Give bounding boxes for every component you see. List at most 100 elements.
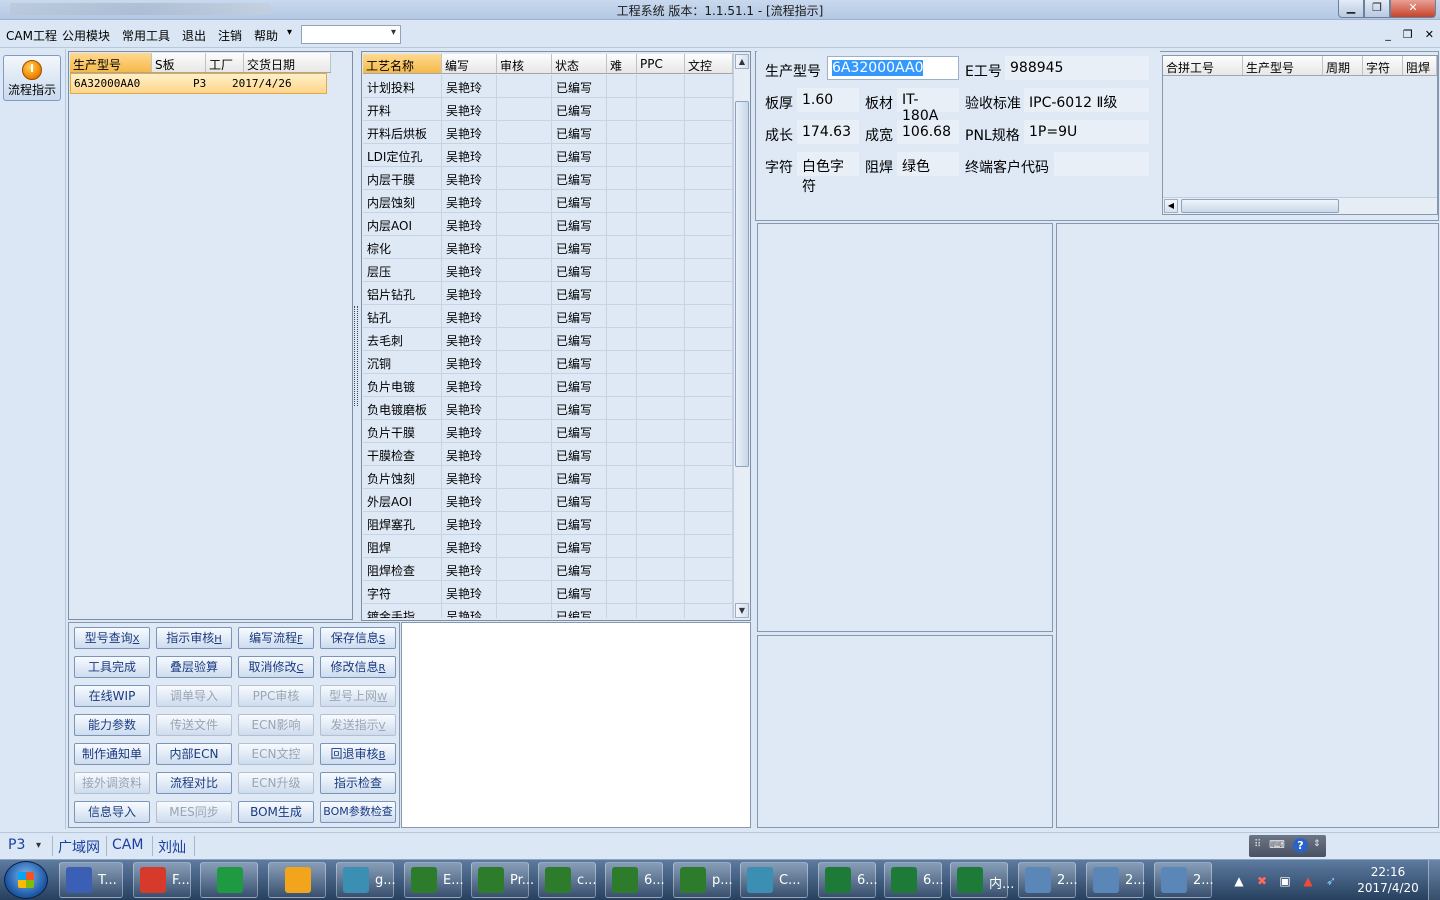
- action-button[interactable]: 能力参数: [74, 714, 150, 736]
- taskbar-button[interactable]: 2...: [1154, 862, 1214, 898]
- action-button[interactable]: 回退审核B: [320, 743, 396, 765]
- minimize-button[interactable]: ▁: [1338, 0, 1364, 18]
- action-button[interactable]: BOM参数检查: [320, 801, 396, 823]
- action-button[interactable]: 工具完成: [74, 656, 150, 678]
- table-row[interactable]: 开料 吴艳玲 已编写: [363, 98, 733, 121]
- table-row[interactable]: 铝片钻孔 吴艳玲 已编写: [363, 282, 733, 305]
- display-icon[interactable]: ▣: [1278, 874, 1292, 888]
- col-reviewer[interactable]: 审核: [497, 54, 552, 73]
- merge-hscrollbar[interactable]: ◀: [1163, 197, 1437, 214]
- taskbar-button[interactable]: 2...: [1086, 862, 1146, 898]
- scroll-up-icon[interactable]: ▲: [735, 54, 749, 69]
- action-button[interactable]: ECN文控: [238, 743, 314, 765]
- taskbar-button[interactable]: [200, 862, 258, 898]
- taskbar-button[interactable]: g...: [336, 862, 396, 898]
- col-merge-model[interactable]: 生产型号: [1243, 56, 1323, 75]
- close-button[interactable]: ✕: [1390, 0, 1436, 18]
- action-button[interactable]: 内部ECN: [156, 743, 232, 765]
- col-writer[interactable]: 编写: [442, 54, 497, 73]
- menu-logout[interactable]: 注销: [218, 27, 242, 44]
- menu-exit[interactable]: 退出: [182, 27, 206, 44]
- taskbar-button[interactable]: 6...: [605, 862, 665, 898]
- table-row[interactable]: 镀金手指 吴艳玲 已编写: [363, 604, 733, 618]
- table-row[interactable]: 阻焊塞孔 吴艳玲 已编写: [363, 512, 733, 535]
- process-scrollbar[interactable]: ▲ ▼: [733, 53, 750, 619]
- action-button[interactable]: ECN升级: [238, 772, 314, 794]
- action-button[interactable]: 叠层验算: [156, 656, 232, 678]
- mdi-close-icon[interactable]: ✕: [1425, 28, 1434, 41]
- start-button[interactable]: [4, 861, 48, 899]
- table-row[interactable]: 沉铜 吴艳玲 已编写: [363, 351, 733, 374]
- taskbar-button[interactable]: T...: [59, 862, 123, 898]
- ejob-field[interactable]: 988945: [1005, 56, 1149, 80]
- length-field[interactable]: 174.63: [797, 120, 859, 144]
- taskbar-button[interactable]: 内...: [950, 862, 1014, 898]
- action-button[interactable]: 制作通知单: [74, 743, 150, 765]
- language-bar[interactable]: ⠿ ⌨ ? ⇕: [1249, 835, 1326, 857]
- action-button[interactable]: 信息导入: [74, 801, 150, 823]
- mdi-minimize-icon[interactable]: _: [1385, 28, 1391, 41]
- taskbar-button[interactable]: 6...: [884, 862, 944, 898]
- flow-instruction-button[interactable]: 流程指示: [3, 55, 61, 101]
- col-model[interactable]: 生产型号: [70, 53, 152, 72]
- col-merge-char[interactable]: 字符: [1363, 56, 1403, 75]
- action-button[interactable]: 编写流程F: [238, 627, 314, 649]
- factory-dropdown-icon[interactable]: ▾: [36, 840, 41, 851]
- taskbar-button[interactable]: c...: [538, 862, 597, 898]
- table-row[interactable]: 计划投料 吴艳玲 已编写: [363, 75, 733, 98]
- taskbar-button[interactable]: Pr...: [471, 862, 534, 898]
- menu-common-module[interactable]: 公用模块: [62, 27, 110, 44]
- merge-scroll-thumb[interactable]: [1181, 199, 1339, 213]
- taskbar-button[interactable]: [268, 862, 326, 898]
- action-button[interactable]: PPC审核: [238, 685, 314, 707]
- status-factory[interactable]: P3: [8, 837, 25, 853]
- keyboard-icon[interactable]: ⌨: [1269, 838, 1285, 851]
- app-tray-icon[interactable]: ▲: [1301, 874, 1315, 888]
- show-desktop-button[interactable]: [1428, 860, 1440, 900]
- action-button[interactable]: 接外调资料: [74, 772, 150, 794]
- soldermask-field[interactable]: 绿色: [897, 152, 959, 176]
- character-field[interactable]: 白色字符: [797, 152, 859, 195]
- action-button[interactable]: 取消修改C: [238, 656, 314, 678]
- table-row[interactable]: 棕化 吴艳玲 已编写: [363, 236, 733, 259]
- clock[interactable]: 22:16 2017/4/20: [1350, 864, 1426, 896]
- col-delivery[interactable]: 交货日期: [244, 53, 331, 72]
- table-row[interactable]: 负片干膜 吴艳玲 已编写: [363, 420, 733, 443]
- table-row[interactable]: LDI定位孔 吴艳玲 已编写: [363, 144, 733, 167]
- options-icon[interactable]: ⇕: [1313, 839, 1321, 849]
- network-warning-icon[interactable]: ✖: [1255, 874, 1269, 888]
- action-button[interactable]: 型号查询X: [74, 627, 150, 649]
- table-row[interactable]: 开料后烘板 吴艳玲 已编写: [363, 121, 733, 144]
- table-row[interactable]: 负电镀磨板 吴艳玲 已编写: [363, 397, 733, 420]
- taskbar-button[interactable]: 2...: [1018, 862, 1078, 898]
- action-button[interactable]: 流程对比: [156, 772, 232, 794]
- col-doc-control[interactable]: 文控: [685, 54, 733, 73]
- action-button[interactable]: 指示检查: [320, 772, 396, 794]
- maximize-button[interactable]: ❐: [1364, 0, 1390, 18]
- col-process[interactable]: 工艺名称: [363, 54, 442, 73]
- col-difficulty[interactable]: 难: [607, 54, 637, 73]
- material-field[interactable]: IT-180A: [897, 88, 959, 124]
- action-button[interactable]: MES同步: [156, 801, 232, 823]
- bird-tray-icon[interactable]: ➶: [1324, 874, 1338, 888]
- menu-help[interactable]: 帮助: [254, 27, 278, 44]
- table-row[interactable]: 层压 吴艳玲 已编写: [363, 259, 733, 282]
- menu-tools[interactable]: 常用工具: [122, 27, 170, 44]
- action-button[interactable]: 修改信息R: [320, 656, 396, 678]
- help-icon[interactable]: ?: [1293, 838, 1308, 853]
- action-button[interactable]: ECN影响: [238, 714, 314, 736]
- splitter[interactable]: [353, 51, 361, 621]
- taskbar-button[interactable]: F...: [133, 862, 191, 898]
- pnl-field[interactable]: 1P=9U: [1024, 120, 1149, 144]
- table-row[interactable]: 阻焊 吴艳玲 已编写: [363, 535, 733, 558]
- mdi-restore-icon[interactable]: ❐: [1403, 28, 1413, 41]
- table-row[interactable]: 负片蚀刻 吴艳玲 已编写: [363, 466, 733, 489]
- col-sboard[interactable]: S板: [152, 53, 206, 72]
- model-field[interactable]: 6A32000AA0: [827, 56, 959, 80]
- col-merge-mask[interactable]: 阻焊: [1403, 56, 1437, 75]
- taskbar-button[interactable]: C...: [740, 862, 808, 898]
- acceptance-field[interactable]: IPC-6012 Ⅱ级: [1024, 88, 1149, 112]
- scroll-left-icon[interactable]: ◀: [1164, 199, 1178, 213]
- table-row[interactable]: 钻孔 吴艳玲 已编写: [363, 305, 733, 328]
- action-button[interactable]: 传送文件: [156, 714, 232, 736]
